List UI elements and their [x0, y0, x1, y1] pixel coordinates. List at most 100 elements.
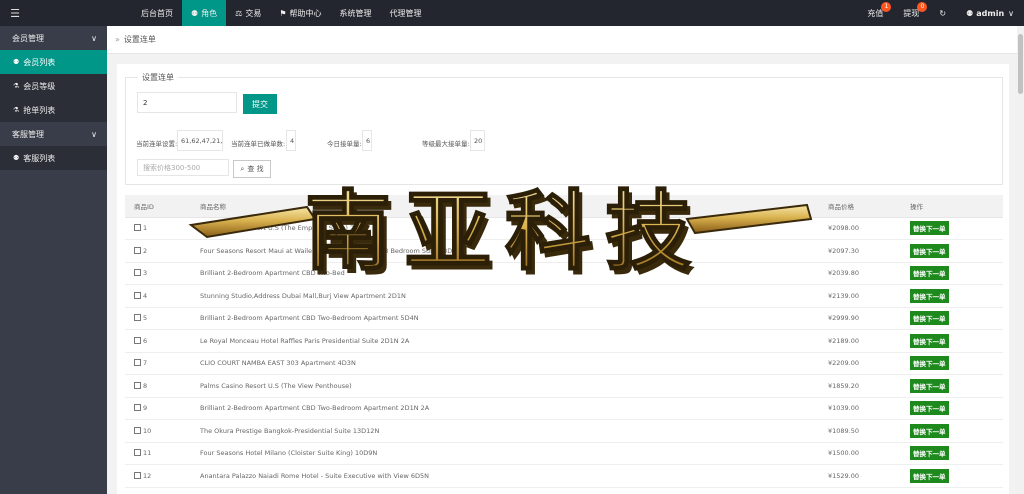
sidebar-item-service-list[interactable]: ⚉ 客服列表 — [0, 146, 107, 170]
stat-label-today-count: 今日接单量: — [327, 140, 362, 148]
replace-next-order-button[interactable]: 替换下一单 — [910, 311, 949, 326]
row-checkbox[interactable] — [134, 314, 141, 322]
replace-next-order-button[interactable]: 替换下一单 — [910, 468, 949, 483]
cell-action: 替换下一单 — [901, 329, 1003, 353]
product-name: Brilliant 2-Bedroom Apartment CBD Two-Be… — [191, 307, 819, 330]
cell-id: 10 — [125, 419, 191, 443]
chevron-up-icon: ∨ — [91, 33, 97, 43]
product-name: The Okura Prestige Bangkok-Presidential … — [191, 419, 819, 443]
stat-label-current-setting: 当前连单设置: — [136, 140, 178, 148]
product-price: ¥1859.20 — [819, 374, 901, 398]
sidebar-item-member-list[interactable]: ⚉ 会员列表 — [0, 50, 107, 74]
search-button[interactable]: ⌕ 查 找 — [233, 160, 271, 178]
replace-next-order-button[interactable]: 替换下一单 — [910, 356, 949, 371]
row-checkbox[interactable] — [134, 426, 141, 434]
product-name: Four Seasons Hotel Milano (Cloister Suit… — [191, 442, 819, 465]
nav-help[interactable]: ⚑ 帮助中心 — [270, 0, 330, 26]
cell-action: 替换下一单 — [901, 419, 1003, 443]
price-search-input[interactable]: 搜索价格300-500 — [137, 159, 229, 176]
product-price: ¥2039.80 — [819, 262, 901, 285]
users-icon: ⚉ — [13, 154, 20, 162]
nav-system[interactable]: 系统管理 — [331, 0, 381, 26]
table-row: 12 Anantara Palazzo Naiadi Rome Hotel - S… — [125, 464, 1003, 488]
sidebar-item-label: 会员等级 — [23, 81, 56, 91]
nav-agent[interactable]: 代理管理 — [381, 0, 431, 26]
sidebar-group-service[interactable]: 客服管理 ∨ — [0, 122, 107, 146]
replace-next-order-button[interactable]: 替换下一单 — [910, 401, 949, 416]
product-id: 12 — [143, 471, 152, 480]
cell-action: 替换下一单 — [901, 352, 1003, 375]
sidebar-item-label: 客服列表 — [23, 153, 56, 163]
row-checkbox[interactable] — [134, 449, 141, 457]
cell-id: 1 — [125, 217, 191, 240]
replace-next-order-button[interactable]: 替换下一单 — [910, 243, 949, 258]
nav-home[interactable]: 后台首页 — [132, 0, 182, 26]
table-row: 1 Palms Casino Resort U.S (The Empathy Su… — [125, 217, 1003, 240]
cell-action: 替换下一单 — [901, 397, 1003, 420]
sidebar-group-label: 会员管理 — [12, 33, 44, 43]
row-checkbox[interactable] — [134, 336, 141, 344]
replace-next-order-button[interactable]: 替换下一单 — [910, 221, 949, 236]
user-menu[interactable]: ⚉ admin ∨ — [956, 0, 1024, 26]
row-checkbox[interactable] — [134, 246, 141, 254]
replace-next-order-button[interactable]: 替换下一单 — [910, 288, 949, 303]
link-icon: ⚗ — [13, 82, 20, 90]
row-checkbox[interactable] — [134, 359, 141, 367]
sidebar-item-label: 抢单列表 — [23, 105, 56, 115]
replace-next-order-button[interactable]: 替换下一单 — [910, 378, 949, 393]
product-price: ¥1529.00 — [819, 464, 901, 488]
product-id: 9 — [143, 404, 148, 413]
product-name: Anantara Palazzo Naiadi Rome Hotel - Sui… — [191, 464, 819, 488]
col-header-name: 商品名称 — [191, 195, 819, 218]
product-price: ¥2139.00 — [819, 284, 901, 308]
product-id: 8 — [143, 381, 148, 390]
row-checkbox[interactable] — [134, 224, 141, 232]
replace-next-order-button[interactable]: 替换下一单 — [910, 266, 949, 281]
product-name: Brilliant 2-Bedroom Apartment CBD Two-Be… — [191, 397, 819, 420]
row-checkbox[interactable] — [134, 291, 141, 299]
cell-action: 替换下一单 — [901, 442, 1003, 465]
nav-trade[interactable]: ⚖ 交易 — [226, 0, 270, 26]
cell-id: 4 — [125, 284, 191, 308]
cell-action: 替换下一单 — [901, 262, 1003, 285]
row-checkbox[interactable] — [134, 471, 141, 479]
withdraw-link[interactable]: 提现 0 — [893, 0, 929, 26]
refresh-icon[interactable]: ↻ — [929, 0, 956, 26]
page-scrollbar[interactable] — [1017, 26, 1024, 494]
sidebar-item-member-level[interactable]: ⚗ 会员等级 — [0, 74, 107, 98]
sidebar-group-members[interactable]: 会员管理 ∨ — [0, 26, 107, 50]
sidebar-item-label: 会员列表 — [23, 57, 56, 67]
product-table: 商品ID 商品名称 商品价格 操作 1 Palms Casino Resort U… — [125, 195, 1003, 488]
recharge-link[interactable]: 充值 1 — [857, 0, 893, 26]
cell-id: 3 — [125, 262, 191, 285]
product-price: ¥2098.00 — [819, 217, 901, 240]
user-name: admin — [976, 8, 1005, 18]
admin-user-icon: ⚉ — [966, 8, 974, 18]
menu-toggle-icon[interactable]: ☰ — [0, 0, 30, 26]
top-right: 充值 1 提现 0 ↻ ⚉ admin ∨ — [857, 0, 1024, 26]
product-name: Brilliant 2-Bedroom Apartment CBD Two-Be… — [191, 262, 819, 285]
submit-button[interactable]: 提交 — [243, 94, 277, 114]
row-checkbox[interactable] — [134, 381, 141, 389]
replace-next-order-button[interactable]: 替换下一单 — [910, 423, 949, 438]
row-checkbox[interactable] — [134, 404, 141, 412]
scrollbar-thumb[interactable] — [1018, 34, 1023, 94]
nav-role[interactable]: ⚉ 角色 — [182, 0, 227, 26]
order-count-input[interactable]: 2 — [137, 92, 237, 113]
product-id: 4 — [143, 291, 148, 300]
main-content: » 设置连单 设置连单 2 提交 当前连单设置: 61,62,47,21,1 当… — [107, 26, 1017, 494]
table-row: 3 Brilliant 2-Bedroom Apartment CBD Two-B… — [125, 262, 1003, 285]
user-icon: ⚉ — [13, 58, 20, 66]
replace-next-order-button[interactable]: 替换下一单 — [910, 446, 949, 461]
sidebar-item-order-list[interactable]: ⚗ 抢单列表 — [0, 98, 107, 122]
cell-id: 7 — [125, 352, 191, 375]
table-header-row: 商品ID 商品名称 商品价格 操作 — [125, 195, 1003, 218]
row-checkbox[interactable] — [134, 269, 141, 277]
cell-action: 替换下一单 — [901, 374, 1003, 398]
breadcrumb-title: 设置连单 — [123, 35, 156, 44]
top-nav: 后台首页 ⚉ 角色 ⚖ 交易 ⚑ 帮助中心 系统管理 代理管理 — [132, 0, 431, 26]
product-name: CLIO COURT NAMBA EAST 303 Apartment 4D3N — [191, 352, 819, 375]
cell-action: 替换下一单 — [901, 239, 1003, 263]
replace-next-order-button[interactable]: 替换下一单 — [910, 333, 949, 348]
col-header-id: 商品ID — [125, 195, 191, 218]
